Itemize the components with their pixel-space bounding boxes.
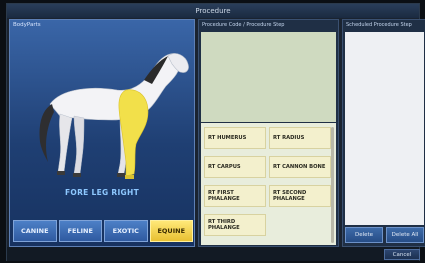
body-parts-header: BodyParts xyxy=(13,22,41,28)
procedure-preview-area xyxy=(201,32,336,122)
procedure-header: Procedure Code / Procedure Step xyxy=(202,22,285,28)
step-rt-radius[interactable]: RT RADIUS xyxy=(269,127,331,149)
species-feline-button[interactable]: FELINE xyxy=(58,220,102,242)
procedure-step-list: RT HUMERUS RT RADIUS RT CARPUS RT CANNON… xyxy=(201,123,336,245)
footer-bar xyxy=(7,247,419,261)
procedure-panel: Procedure Code / Procedure Step RT HUMER… xyxy=(198,19,339,247)
step-rt-third-phalange[interactable]: RT THIRD PHALANGE xyxy=(204,214,266,236)
step-rt-second-phalange[interactable]: RT SECOND PHALANGE xyxy=(269,185,331,207)
species-selector: CANINE FELINE EXOTIC EQUINE xyxy=(13,220,193,242)
delete-all-button[interactable]: Delete All xyxy=(386,227,424,243)
species-equine-button[interactable]: EQUINE xyxy=(149,220,193,242)
hoof-2 xyxy=(73,173,81,177)
procedure-window: Procedure BodyParts FORE LEG RIGHT CANIN… xyxy=(6,3,425,261)
hoof-3 xyxy=(117,173,125,177)
step-rt-carpus[interactable]: RT CARPUS xyxy=(204,156,266,178)
species-exotic-button[interactable]: EXOTIC xyxy=(104,220,148,242)
body-parts-panel: BodyParts FORE LEG RIGHT CANINE FELINE E… xyxy=(9,19,195,247)
species-canine-button[interactable]: CANINE xyxy=(13,220,57,242)
delete-button[interactable]: Delete xyxy=(345,227,383,243)
selected-part-label: FORE LEG RIGHT xyxy=(65,188,139,197)
step-list-scrollbar[interactable] xyxy=(331,127,334,243)
horse-hind-leg-left xyxy=(57,113,73,173)
scheduled-panel: Scheduled Procedure Step Delete Delete A… xyxy=(342,19,425,247)
window-title: Procedure xyxy=(7,4,419,18)
step-rt-cannon-bone[interactable]: RT CANNON BONE xyxy=(269,156,331,178)
horse-tail xyxy=(39,104,54,162)
scheduled-header: Scheduled Procedure Step xyxy=(346,22,412,28)
hoof-1 xyxy=(57,171,65,175)
cancel-button[interactable]: Cancel xyxy=(384,249,420,260)
step-rt-first-phalange[interactable]: RT FIRST PHALANGE xyxy=(204,185,266,207)
step-rt-humerus[interactable]: RT HUMERUS xyxy=(204,127,266,149)
horse-anatomy-model[interactable] xyxy=(22,46,192,186)
scheduled-step-list[interactable] xyxy=(345,32,424,225)
hoof-4 xyxy=(125,175,134,179)
horse-hind-leg-right xyxy=(73,115,85,175)
